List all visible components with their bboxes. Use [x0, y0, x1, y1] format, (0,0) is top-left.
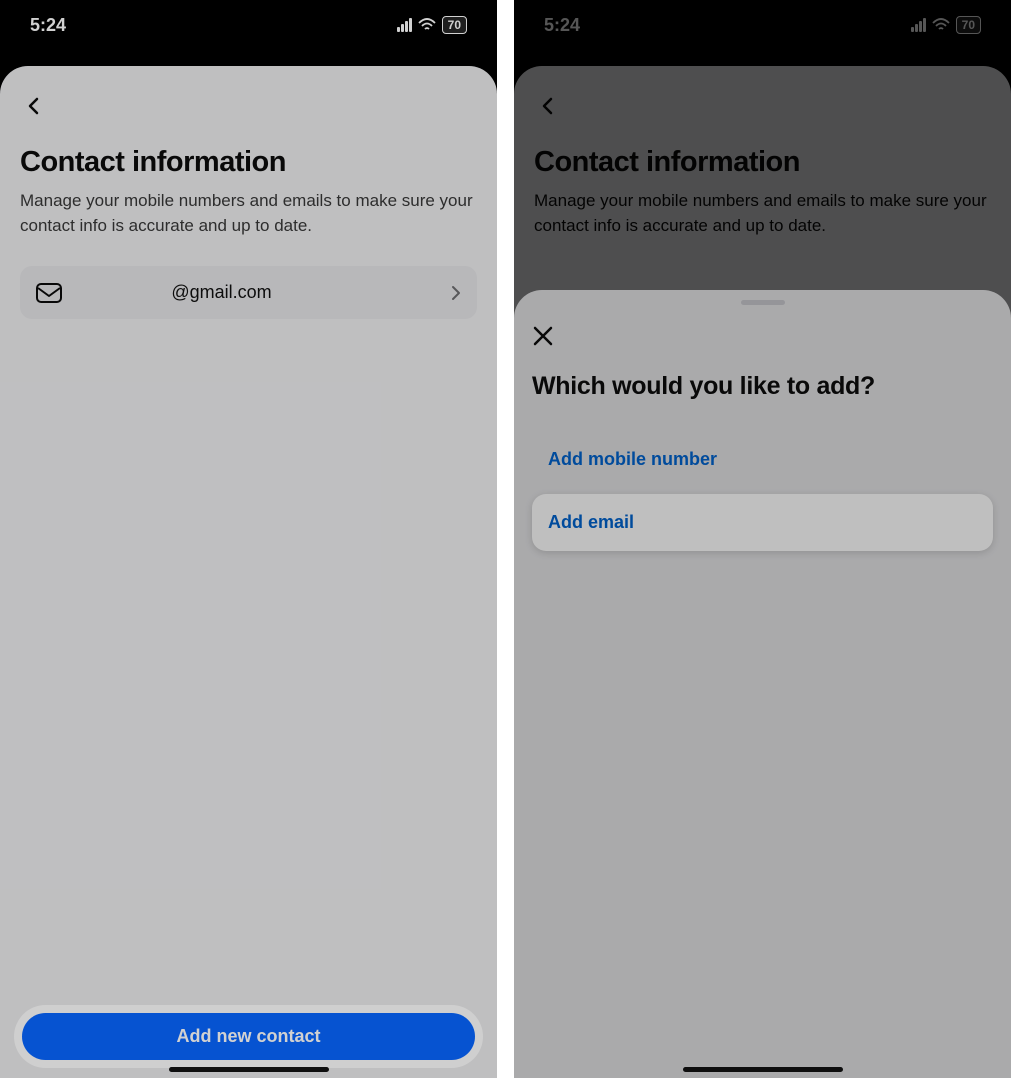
screen-add-contact-modal: 5:24 70 Contact information Manage your …: [514, 0, 1011, 1078]
dim-overlay-light: [0, 0, 497, 1078]
dim-overlay-modal: [514, 0, 1011, 1078]
screen-contact-info: 5:24 70 Contact information Manage your …: [0, 0, 497, 1078]
